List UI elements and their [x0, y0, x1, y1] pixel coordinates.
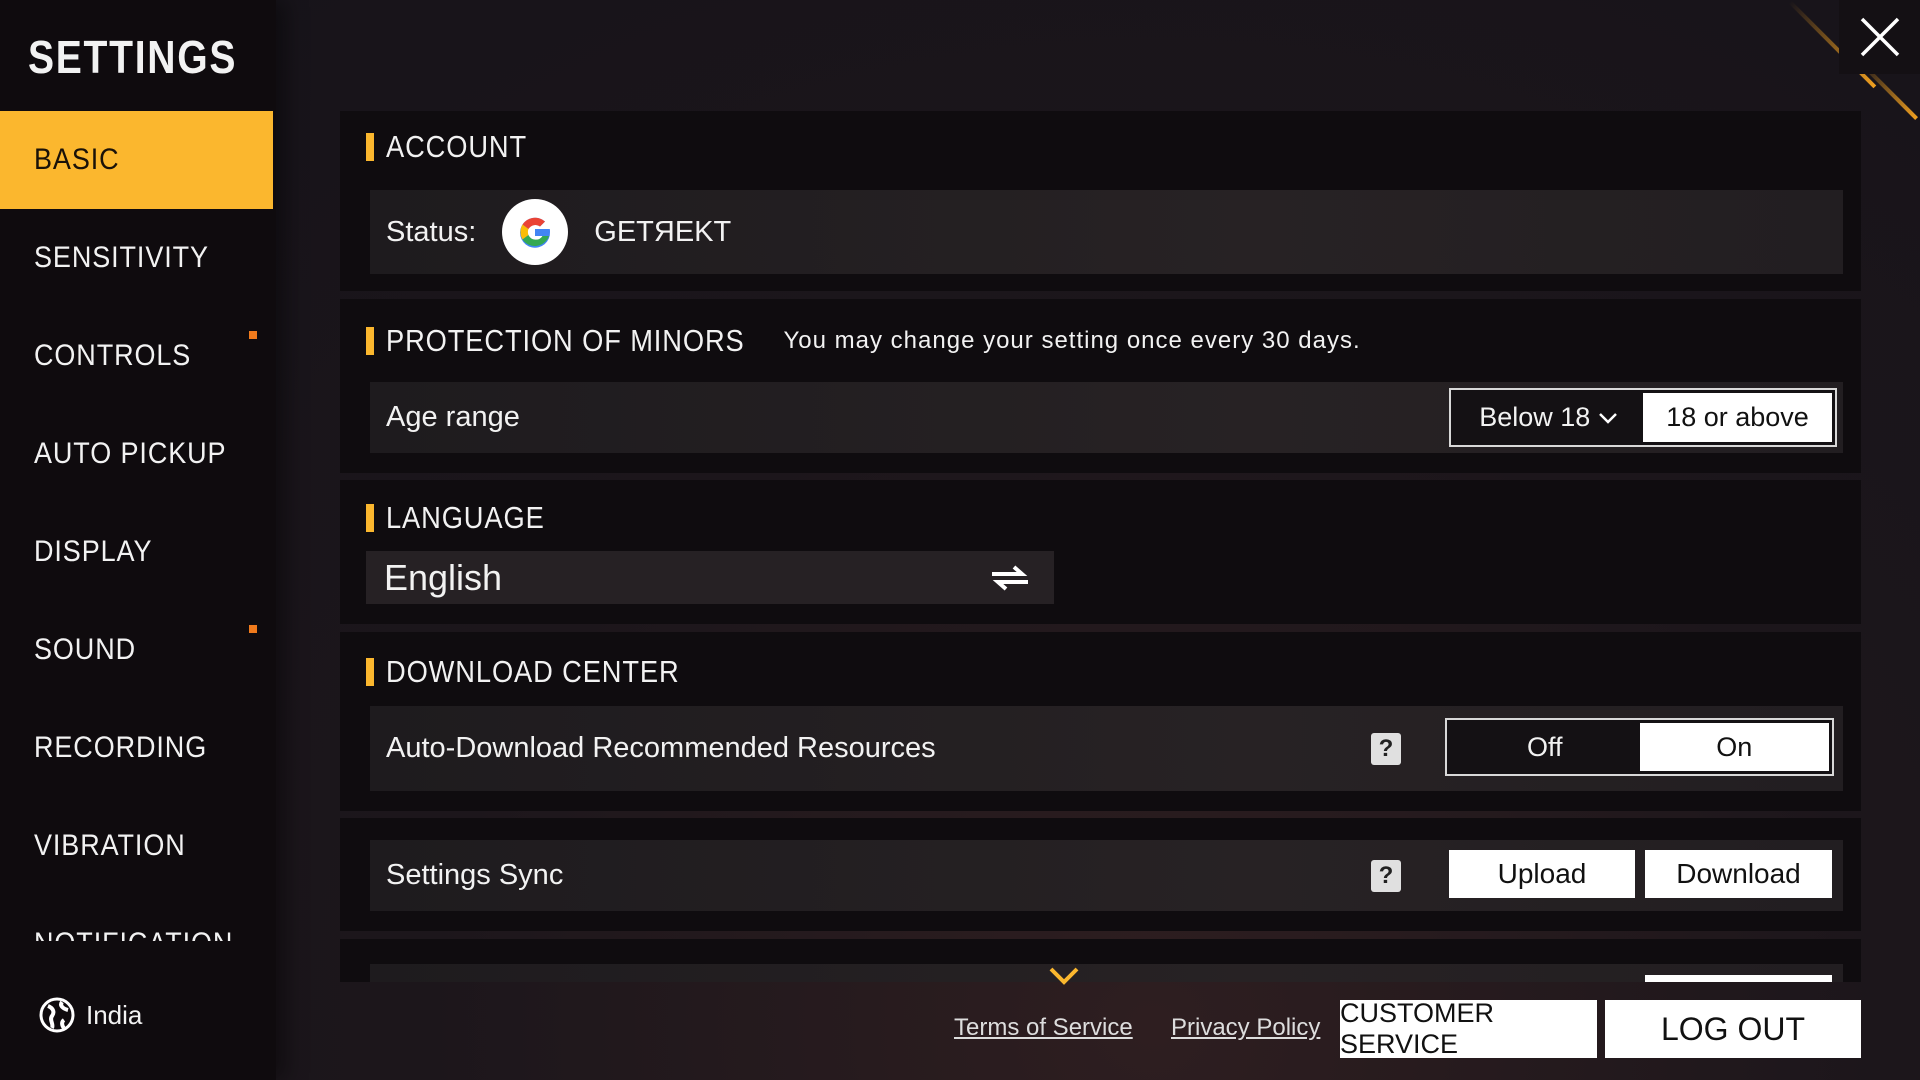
partial-button[interactable] [1645, 975, 1832, 982]
language-section: LANGUAGE English [340, 480, 1861, 624]
sidebar-item-notification[interactable]: NOTIFICATION [0, 895, 273, 941]
settings-sync-section: Settings Sync ? Upload Download [340, 818, 1861, 931]
protection-of-minors-section: PROTECTION OF MINORS You may change your … [340, 299, 1861, 473]
sidebar-item-label: CONTROLS [34, 339, 192, 372]
help-icon[interactable]: ? [1371, 733, 1401, 765]
section-title: DOWNLOAD CENTER [386, 654, 680, 689]
option-label: Below 18 [1479, 402, 1591, 432]
toggle-off[interactable]: Off [1450, 723, 1640, 771]
section-header: PROTECTION OF MINORS You may change your … [366, 323, 1361, 359]
sidebar-item-sound[interactable]: SOUND [0, 601, 273, 699]
sidebar: SETTINGS BASIC SENSITIVITY CONTROLS AUTO… [0, 0, 276, 1080]
sidebar-item-controls[interactable]: CONTROLS [0, 307, 273, 405]
settings-sync-label: Settings Sync [386, 859, 564, 891]
sidebar-item-label: DISPLAY [34, 535, 153, 568]
section-title: PROTECTION OF MINORS [386, 323, 745, 358]
swap-icon [992, 564, 1028, 591]
status-label: Status: [386, 215, 477, 248]
region-selector[interactable]: India [38, 996, 142, 1034]
sidebar-item-recording[interactable]: RECORDING [0, 699, 273, 797]
section-header: LANGUAGE [366, 500, 566, 536]
sidebar-item-label: SOUND [34, 633, 137, 666]
sidebar-item-label: NOTIFICATION [34, 927, 233, 941]
chevron-down-icon [1598, 412, 1617, 424]
account-section: ACCOUNT Status: GETЯEKT [340, 111, 1861, 291]
region-label: India [86, 999, 143, 1030]
close-icon [1860, 17, 1899, 57]
notification-dot [249, 625, 257, 633]
age-option-18-or-above[interactable]: 18 or above [1643, 393, 1832, 442]
sidebar-item-auto-pickup[interactable]: AUTO PICKUP [0, 405, 273, 503]
sidebar-item-label: RECORDING [34, 731, 208, 764]
age-range-label: Age range [386, 401, 520, 433]
terms-of-service-link[interactable]: Terms of Service [954, 1014, 1133, 1042]
sidebar-item-basic[interactable]: BASIC [0, 111, 273, 209]
sidebar-nav[interactable]: BASIC SENSITIVITY CONTROLS AUTO PICKUP D… [0, 111, 273, 941]
section-header: ACCOUNT [366, 129, 546, 165]
notification-dot [249, 331, 257, 339]
section-title: LANGUAGE [386, 500, 545, 535]
help-icon[interactable]: ? [1371, 860, 1401, 892]
auto-download-label: Auto-Download Recommended Resources [386, 732, 936, 764]
account-status-row: Status: GETЯEKT [370, 190, 1843, 274]
close-button[interactable] [1839, 0, 1920, 74]
next-section-partial [340, 939, 1861, 982]
auto-download-toggle[interactable]: Off On [1445, 718, 1834, 776]
language-selector[interactable]: English [366, 551, 1054, 604]
sidebar-item-label: SENSITIVITY [34, 241, 209, 274]
upload-button[interactable]: Upload [1449, 850, 1635, 898]
sidebar-item-label: VIBRATION [34, 829, 186, 862]
customer-service-button[interactable]: CUSTOMER SERVICE [1340, 998, 1597, 1059]
log-out-button[interactable]: LOG OUT [1605, 1000, 1861, 1058]
download-button[interactable]: Download [1645, 850, 1832, 898]
partial-row [370, 964, 1843, 982]
scroll-down-chevron-icon[interactable] [1048, 966, 1080, 986]
page-title: SETTINGS [28, 31, 238, 83]
section-header: DOWNLOAD CENTER [366, 654, 720, 690]
google-icon [502, 199, 569, 265]
toggle-on[interactable]: On [1639, 723, 1829, 771]
download-center-section: DOWNLOAD CENTER Auto-Download Recommende… [340, 632, 1861, 811]
username: GETЯEKT [594, 215, 732, 248]
sidebar-item-label: BASIC [34, 143, 120, 176]
minors-note: You may change your setting once every 3… [783, 327, 1361, 354]
age-range-toggle[interactable]: Below 18 18 or above [1449, 388, 1837, 447]
globe-icon [39, 997, 75, 1033]
language-value: English [384, 556, 503, 598]
sidebar-item-sensitivity[interactable]: SENSITIVITY [0, 209, 273, 307]
sidebar-item-display[interactable]: DISPLAY [0, 503, 273, 601]
section-title: ACCOUNT [386, 129, 528, 164]
sidebar-item-vibration[interactable]: VIBRATION [0, 797, 273, 895]
age-option-below-18[interactable]: Below 18 [1454, 393, 1643, 442]
privacy-policy-link[interactable]: Privacy Policy [1171, 1014, 1320, 1042]
sidebar-item-label: AUTO PICKUP [34, 437, 227, 470]
